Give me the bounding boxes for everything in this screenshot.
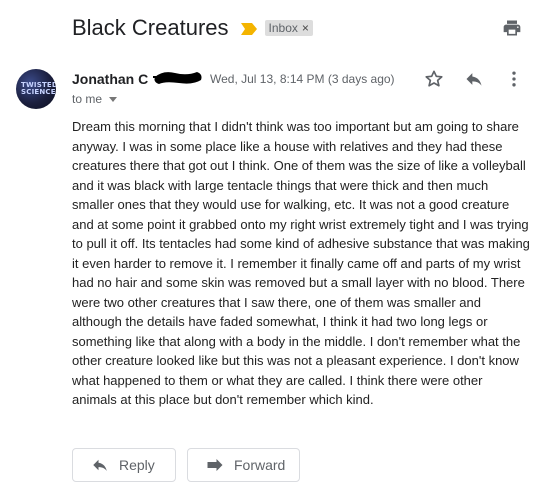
reply-button-label: Reply — [119, 457, 155, 473]
inbox-label-text: Inbox — [268, 21, 298, 35]
chevron-down-icon — [109, 96, 118, 102]
more-options-button[interactable] — [502, 67, 526, 91]
more-vert-icon — [512, 71, 516, 87]
sender-avatar[interactable]: TWISTED SCIENCE — [16, 69, 56, 109]
reply-icon-button[interactable] — [462, 67, 486, 91]
avatar-logo-text: TWISTED SCIENCE — [21, 81, 56, 96]
message-body: Dream this morning that I didn't think w… — [72, 119, 530, 407]
importance-marker-icon[interactable] — [240, 22, 257, 35]
email-subject: Black Creatures — [72, 15, 229, 40]
reply-button[interactable]: Reply — [72, 448, 176, 482]
star-icon — [425, 70, 443, 87]
message-date: Wed, Jul 13, 8:14 PM (3 days ago) — [210, 72, 395, 86]
forward-button-label: Forward — [234, 457, 286, 473]
inbox-label-chip: Inbox × — [264, 20, 313, 36]
redaction-scribble — [153, 72, 202, 84]
recipient-text: to me — [72, 92, 103, 106]
subject-row: Black Creatures Inbox × — [72, 14, 526, 42]
print-icon — [503, 20, 521, 36]
print-all-button[interactable] — [502, 18, 522, 38]
sender-name[interactable]: Jonathan C — [72, 71, 148, 87]
remove-label-icon[interactable]: × — [302, 21, 309, 35]
recipient-details-toggle[interactable]: to me — [72, 92, 118, 106]
forward-icon — [207, 459, 223, 471]
star-button[interactable] — [422, 67, 446, 91]
forward-button[interactable]: Forward — [187, 448, 300, 482]
reply-icon — [466, 73, 482, 86]
reply-icon — [93, 459, 107, 471]
